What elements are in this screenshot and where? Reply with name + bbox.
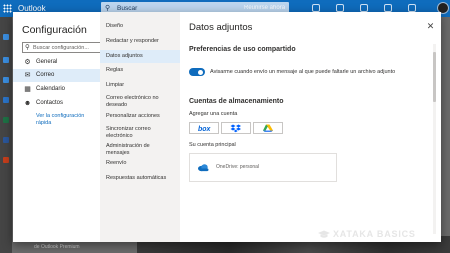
- powerpoint-rail-icon[interactable]: [3, 157, 9, 163]
- gear-icon: ⚙: [24, 59, 31, 66]
- excel-rail-icon[interactable]: [3, 117, 9, 123]
- subcategory-rules[interactable]: Reglas: [100, 67, 180, 74]
- megaphone-icon[interactable]: [408, 4, 416, 12]
- subcategory-sweep[interactable]: Limpiar: [100, 82, 180, 89]
- quick-settings-link[interactable]: Ver la configuración rápida: [36, 113, 96, 127]
- add-dropbox-button[interactable]: [221, 122, 251, 134]
- settings-search-placeholder: Buscar configuración...: [33, 45, 89, 51]
- xataka-watermark: XATAKA BASICS: [318, 229, 416, 240]
- subcategory-automatic-replies[interactable]: Respuestas automáticas: [100, 175, 180, 182]
- calendar-rail-icon[interactable]: [3, 57, 9, 63]
- app-launcher-icon[interactable]: [3, 4, 12, 13]
- category-contacts[interactable]: ☻ Contactos: [13, 97, 100, 110]
- mail-subcategories: Diseño Redactar y responder Datos adjunt…: [100, 12, 180, 242]
- pane-scrollbar[interactable]: [433, 44, 436, 234]
- people-icon: ☻: [23, 100, 32, 107]
- teams-icon[interactable]: [336, 4, 344, 12]
- category-mail[interactable]: ✉ Correo: [13, 69, 100, 82]
- add-box-button[interactable]: box box: [189, 122, 219, 134]
- pane-title: Datos adjuntos: [189, 22, 253, 33]
- storage-accounts-heading: Cuentas de almacenamiento: [189, 98, 284, 105]
- promo-line-2: de Outlook Premium: [34, 244, 80, 250]
- word-rail-icon[interactable]: [3, 137, 9, 143]
- subcategory-message-handling[interactable]: Administración de mensajes: [100, 143, 170, 157]
- add-account-label: Agregar una cuenta: [189, 111, 238, 117]
- missing-attachment-label: Avisarme cuando envío un mensaje al que …: [210, 69, 396, 75]
- mail-rail-icon[interactable]: [3, 34, 9, 40]
- app-rail: [0, 17, 12, 253]
- close-icon[interactable]: ✕: [426, 22, 435, 31]
- skype-icon[interactable]: [312, 4, 320, 12]
- subcategory-forwarding[interactable]: Reenvío: [100, 160, 180, 167]
- svg-text:box: box: [198, 126, 212, 133]
- category-label: Contactos: [36, 100, 64, 106]
- onedrive-icon: [198, 164, 209, 172]
- gear-icon[interactable]: [360, 4, 368, 12]
- dropbox-icon: [230, 124, 241, 133]
- attachments-pane: Datos adjuntos ✕ Preferencias de uso com…: [180, 12, 441, 242]
- watermark-text: XATAKA BASICS: [333, 229, 416, 239]
- category-label: Correo: [36, 72, 55, 78]
- onedrive-account-card[interactable]: OneDrive: personal: [189, 153, 337, 182]
- subcategory-junk[interactable]: Correo electrónico no deseado: [100, 95, 170, 109]
- subcategory-compose[interactable]: Redactar y responder: [100, 38, 180, 45]
- category-label: General: [36, 59, 58, 65]
- category-general[interactable]: ⚙ General: [13, 56, 100, 69]
- missing-attachment-toggle[interactable]: [189, 68, 205, 76]
- google-drive-icon: [263, 124, 273, 132]
- people-rail-icon[interactable]: [3, 77, 9, 83]
- subcategory-actions[interactable]: Personalizar acciones: [100, 113, 180, 120]
- mail-icon: ✉: [24, 72, 31, 79]
- settings-title: Configuración: [22, 24, 87, 36]
- settings-categories: Configuración ⚲ Buscar configuración... …: [13, 12, 102, 242]
- onedrive-account-label: OneDrive: personal: [216, 164, 260, 170]
- settings-dialog: Configuración ⚲ Buscar configuración... …: [13, 12, 441, 242]
- calendar-icon: ▦: [24, 86, 31, 93]
- subcategory-layout[interactable]: Diseño: [100, 23, 180, 30]
- subcategory-sync[interactable]: Sincronizar correo electrónico: [100, 126, 170, 140]
- sharing-preferences-heading: Preferencias de uso compartido: [189, 46, 296, 53]
- settings-search-input[interactable]: ⚲ Buscar configuración...: [22, 42, 102, 53]
- add-google-drive-button[interactable]: [253, 122, 283, 134]
- category-label: Calendario: [36, 86, 66, 92]
- subcategory-attachments[interactable]: Datos adjuntos: [100, 50, 180, 63]
- search-icon: ⚲: [25, 44, 30, 51]
- box-logo: box: [198, 126, 212, 133]
- scrollbar-thumb[interactable]: [433, 52, 436, 102]
- main-account-heading: Su cuenta principal: [189, 142, 236, 148]
- graduation-cap-icon: [318, 230, 330, 238]
- toggle-knob: [198, 69, 203, 75]
- category-calendar[interactable]: ▦ Calendario: [13, 83, 100, 96]
- help-icon[interactable]: [384, 4, 392, 12]
- todo-rail-icon[interactable]: [3, 97, 9, 103]
